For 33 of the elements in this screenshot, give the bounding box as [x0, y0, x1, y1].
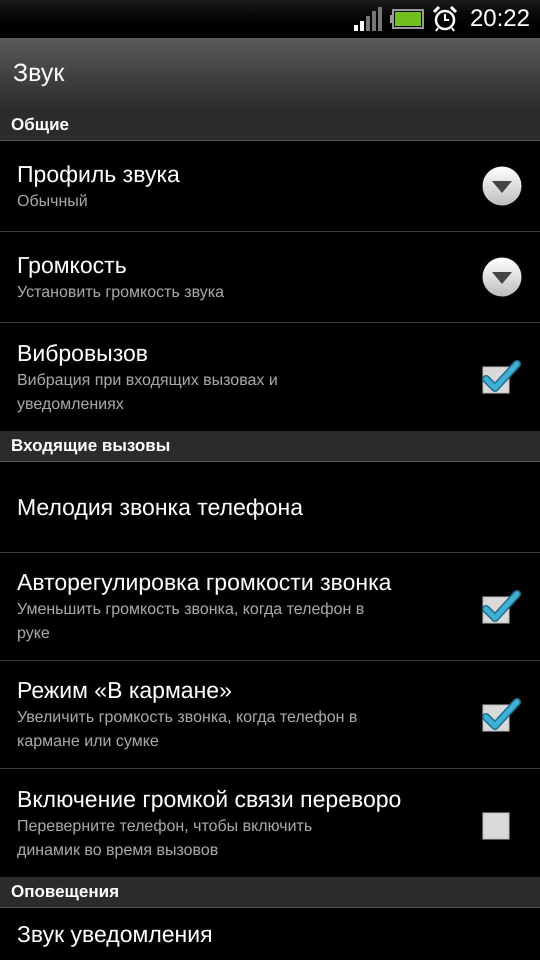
- setting-summary: Уменьшить громкость звонка, когда телефон в руке: [17, 600, 366, 644]
- setting-summary: Обычный: [17, 192, 89, 212]
- setting-title: Громкость: [17, 250, 128, 280]
- screen-title: Звук: [13, 58, 64, 90]
- setting-summary: Переверните телефон, чтобы включить динамик во время вызовов: [17, 816, 314, 860]
- settings-row[interactable]: Профиль звука Обычный: [0, 141, 540, 232]
- settings-row[interactable]: Вибровызов Вибрация при входящих вызовах и уведомлениях: [0, 323, 540, 431]
- settings-row[interactable]: Громкость Установить громкость звука: [0, 232, 540, 323]
- setting-title: Авторегулировка громкости звонка: [17, 568, 392, 597]
- status-time: 20:22: [470, 4, 530, 34]
- settings-row[interactable]: Авторегулировка громкости звонка Уменьшить громкость звонка, когда телефон в руке: [0, 553, 540, 661]
- battery-icon: [390, 9, 424, 29]
- setting-title: Мелодия звонка телефона: [17, 493, 304, 522]
- setting-title: Вибровызов: [17, 338, 149, 368]
- setting-summary: Увеличить громкость звонка, когда телефон в кармане или сумке: [17, 708, 358, 752]
- section-header: Общие: [0, 110, 540, 141]
- alarm-clock-icon: [432, 6, 458, 32]
- section-header: Входящие вызовы: [0, 431, 540, 462]
- setting-title: Звук уведомления: [17, 920, 214, 949]
- checkbox[interactable]: [482, 698, 522, 732]
- settings-row[interactable]: Звук уведомления: [0, 908, 540, 960]
- setting-title: Профиль звука: [17, 160, 181, 188]
- section-header: Оповещения: [0, 877, 540, 908]
- setting-title: Включение громкой связи переворо: [17, 784, 402, 814]
- signal-icon: [354, 7, 382, 31]
- settings-row[interactable]: Режим «В кармане» Увеличить громкость звонка, когда телефон в кармане или сумке: [0, 661, 540, 769]
- settings-row[interactable]: Включение громкой связи переворо Переверните телефон, чтобы включить динамик во время вызовов: [0, 769, 540, 877]
- checkbox[interactable]: [482, 360, 522, 394]
- setting-summary: Вибрация при входящих вызовах и уведомлениях: [17, 370, 279, 414]
- setting-summary: Установить громкость звука: [17, 282, 225, 302]
- settings-row[interactable]: Мелодия звонка телефона: [0, 462, 540, 553]
- checkbox[interactable]: [482, 590, 522, 624]
- setting-title: Режим «В кармане»: [17, 676, 233, 705]
